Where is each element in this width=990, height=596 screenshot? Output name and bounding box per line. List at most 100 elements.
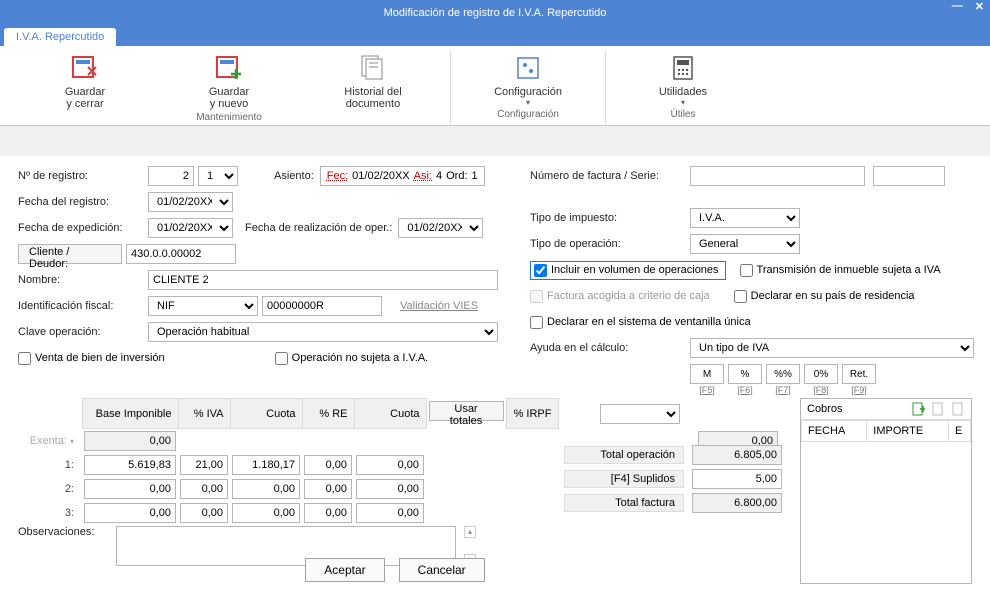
save-close-button[interactable]: Guardary cerrar [18, 50, 152, 110]
cobros-delete-icon[interactable] [951, 402, 965, 416]
close-icon[interactable]: ✕ [975, 0, 984, 13]
nregistro-input[interactable] [148, 166, 194, 186]
cobros-edit-icon[interactable] [931, 402, 945, 416]
op-no-sujeta-checkbox[interactable]: Operación no sujeta a I.V.A. [275, 352, 429, 365]
r2-base[interactable] [84, 479, 176, 499]
r1-base[interactable] [84, 455, 176, 475]
save-new-icon [213, 52, 245, 84]
suplidos-value[interactable] [692, 469, 782, 489]
venta-bien-checkbox[interactable]: Venta de bien de inversión [18, 352, 165, 365]
clave-label: Clave operación: [18, 326, 148, 338]
fecha-oper-input[interactable]: 01/02/20XX [398, 218, 483, 238]
validacion-vies-link[interactable]: Validación VIES [400, 300, 478, 312]
r1-cuotare[interactable] [356, 455, 424, 475]
fecha-registro-input[interactable]: 01/02/20XX [148, 192, 233, 212]
ayuda-label: Ayuda en el cálculo: [530, 342, 690, 354]
hint-f6: [F6] [728, 385, 762, 395]
group-label-mantenimiento: Mantenimiento [196, 112, 262, 123]
tab-row: I.V.A. Repercutido [0, 26, 990, 46]
idfiscal-label: Identificación fiscal: [18, 300, 148, 312]
criterio-caja-checkbox: Factura acogida a criterio de caja [530, 290, 710, 303]
cobros-add-icon[interactable] [911, 402, 925, 416]
numfact-input[interactable] [690, 166, 865, 186]
col-base: Base Imponible [82, 399, 178, 429]
cobros-col-e: E [949, 421, 971, 442]
fecha-exp-input[interactable]: 01/02/20XX [148, 218, 233, 238]
incluir-volumen-checkbox[interactable]: Incluir en volumen de operaciones [530, 261, 726, 280]
asiento-label: Asiento: [274, 170, 314, 182]
fecha-registro-label: Fecha del registro: [18, 196, 148, 208]
r2-re[interactable] [304, 479, 352, 499]
usar-totales-button[interactable]: Usar totales [429, 401, 504, 421]
r3-cuota[interactable] [232, 503, 300, 523]
cancel-button[interactable]: Cancelar [399, 558, 485, 582]
cobros-panel: Cobros FECHA IMPORTE E [800, 398, 972, 584]
nregistro-sub-select[interactable]: 1 [198, 166, 238, 186]
accept-button[interactable]: Aceptar [305, 558, 384, 582]
r3-re[interactable] [304, 503, 352, 523]
utilities-icon [667, 52, 699, 84]
r3-cuotare[interactable] [356, 503, 424, 523]
totals-panel: Total operación [F4] Suplidos Total fact… [530, 421, 782, 517]
cobros-col-fecha: FECHA [802, 421, 867, 442]
obs-up-icon[interactable]: ▴ [464, 526, 476, 538]
nombre-input[interactable] [148, 270, 498, 290]
ribbon: Guardary cerrar Guardary nuevo Historial… [0, 46, 990, 126]
fecha-oper-label: Fecha de realización de oper.: [245, 222, 392, 234]
r3-pct[interactable] [180, 503, 228, 523]
save-new-button[interactable]: Guardary nuevo [162, 50, 296, 110]
suplidos-label: [F4] Suplidos [564, 470, 684, 488]
numfact-serie-input[interactable] [873, 166, 945, 186]
total-op-value [692, 445, 782, 465]
cliente-code-input[interactable] [126, 244, 236, 264]
idfiscal-type-select[interactable]: NIF [148, 296, 258, 316]
minimize-icon[interactable]: — [952, 0, 963, 13]
cliente-deudor-button[interactable]: Cliente / Deudor: [18, 244, 122, 264]
doc-history-button[interactable]: Historial deldocumento [306, 50, 440, 110]
r1-cuota[interactable] [232, 455, 300, 475]
ayuda-select[interactable]: Un tipo de IVA [690, 338, 974, 358]
doc-history-icon [357, 52, 389, 84]
calc-ret-button[interactable]: Ret. [842, 364, 876, 384]
asiento-info[interactable]: Fec: 01/02/20XX Asi: 4 Ord: 1 [320, 166, 485, 186]
config-icon [512, 52, 544, 84]
r2-pct[interactable] [180, 479, 228, 499]
form-panel: Nº de registro: 1 Asiento: Fec: 01/02/20… [0, 156, 990, 596]
ventanilla-checkbox[interactable]: Declarar en el sistema de ventanilla úni… [530, 316, 751, 329]
window-title: Modificación de registro de I.V.A. Reper… [384, 7, 607, 19]
nombre-label: Nombre: [18, 274, 148, 286]
r1-pct[interactable] [180, 455, 228, 475]
hint-f8: [F8] [804, 385, 838, 395]
clave-select[interactable]: Operación habitual [148, 322, 498, 342]
col-pctre: % RE [302, 399, 354, 429]
calc-m-button[interactable]: M [690, 364, 724, 384]
r3-base[interactable] [84, 503, 176, 523]
utilities-button[interactable]: Utilidades ▾ [616, 50, 750, 107]
r1-re[interactable] [304, 455, 352, 475]
tipo-op-label: Tipo de operación: [530, 238, 690, 250]
calc-pct-button[interactable]: % [728, 364, 762, 384]
total-op-label: Total operación [564, 446, 684, 464]
col-cuota: Cuota [230, 399, 302, 429]
r2-cuotare[interactable] [356, 479, 424, 499]
col-pctiva: % IVA [178, 399, 230, 429]
total-fact-value [692, 493, 782, 513]
group-label-utiles: Útiles [670, 109, 695, 120]
nregistro-label: Nº de registro: [18, 170, 148, 182]
config-button[interactable]: Configuración ▾ [461, 50, 595, 107]
tipo-imp-select[interactable]: I.V.A. [690, 208, 800, 228]
transmision-checkbox[interactable]: Transmisión de inmueble sujeta a IVA [740, 264, 941, 277]
group-label-config: Configuración [497, 109, 559, 120]
declarar-pais-checkbox[interactable]: Declarar en su país de residencia [734, 290, 915, 303]
col-cuotare: Cuota [354, 399, 426, 429]
cobros-title: Cobros [807, 403, 842, 415]
fecha-exp-label: Fecha de expedición: [18, 222, 148, 234]
calc-zero-button[interactable]: 0% [804, 364, 838, 384]
tab-iva-repercutido[interactable]: I.V.A. Repercutido [4, 28, 116, 46]
hint-f5: [F5] [690, 385, 724, 395]
titlebar: Modificación de registro de I.V.A. Reper… [0, 0, 990, 26]
r2-cuota[interactable] [232, 479, 300, 499]
tipo-op-select[interactable]: General [690, 234, 800, 254]
calc-pctpct-button[interactable]: %% [766, 364, 800, 384]
idfiscal-num-input[interactable] [262, 296, 382, 316]
